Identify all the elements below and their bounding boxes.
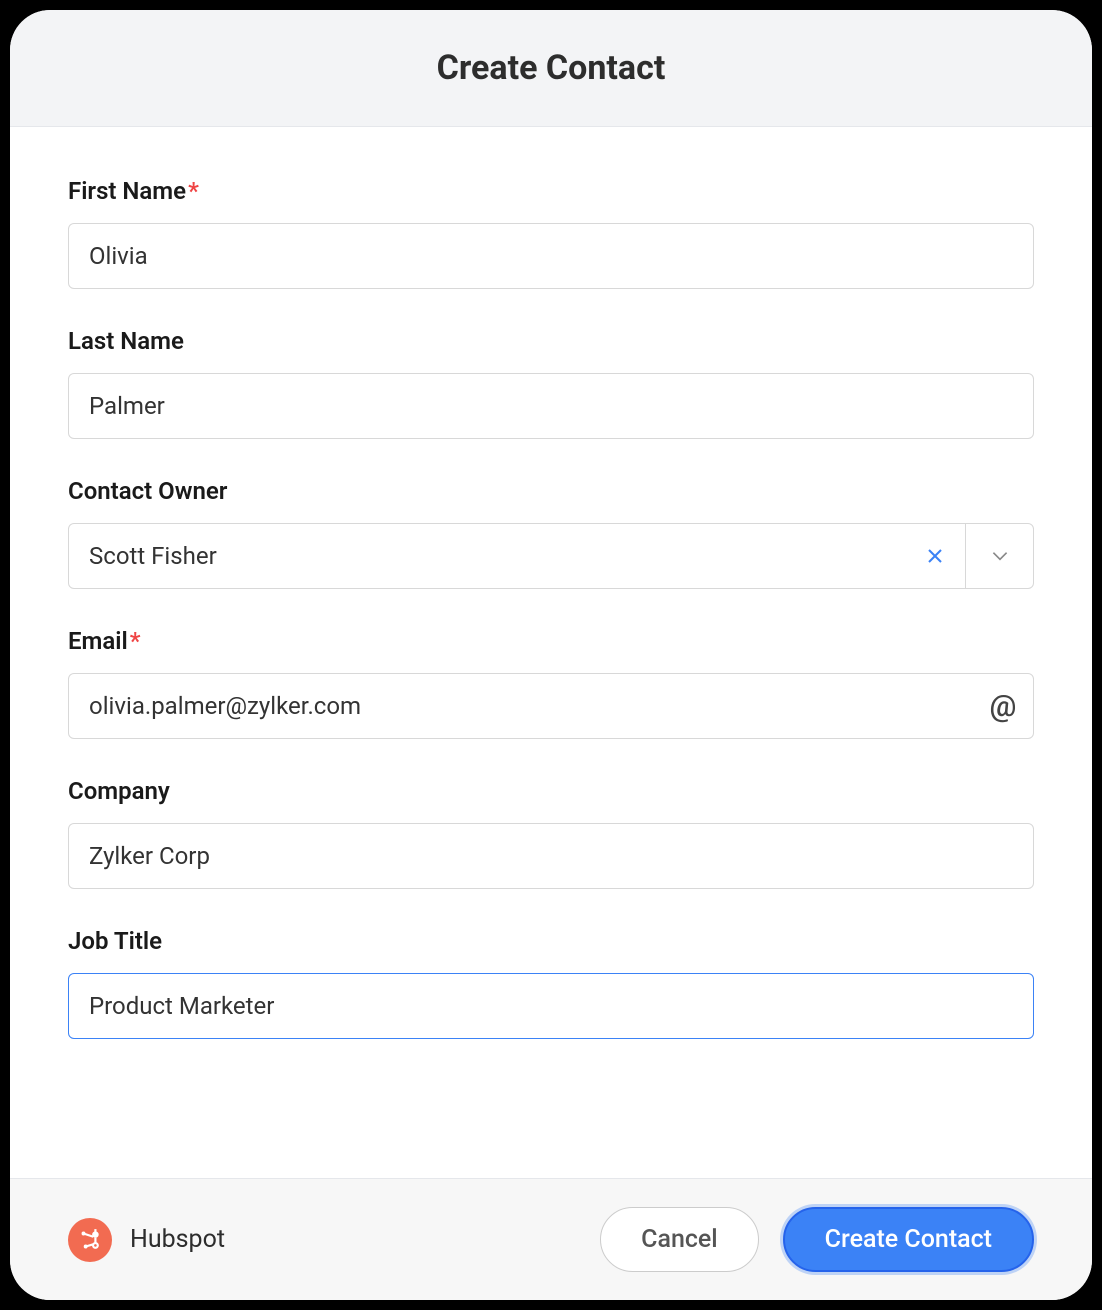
footer-actions: Cancel Create Contact bbox=[600, 1207, 1034, 1272]
create-contact-modal: Create Contact First Name* Last Name Con… bbox=[10, 10, 1092, 1300]
hubspot-logo-icon bbox=[68, 1218, 112, 1262]
email-group: Email* @ bbox=[68, 627, 1034, 739]
close-icon bbox=[925, 546, 945, 566]
last-name-label: Last Name bbox=[68, 327, 1034, 355]
job-title-input[interactable] bbox=[68, 973, 1034, 1039]
clear-selection-button[interactable] bbox=[905, 524, 965, 588]
first-name-group: First Name* bbox=[68, 177, 1034, 289]
email-input[interactable] bbox=[69, 674, 973, 738]
at-icon: @ bbox=[973, 689, 1033, 724]
form-body: First Name* Last Name Contact Owner Scot… bbox=[10, 127, 1092, 1178]
email-label: Email* bbox=[68, 627, 1034, 655]
cancel-button[interactable]: Cancel bbox=[600, 1207, 759, 1272]
company-group: Company bbox=[68, 777, 1034, 889]
contact-owner-value: Scott Fisher bbox=[69, 524, 905, 588]
email-input-wrapper: @ bbox=[68, 673, 1034, 739]
company-input[interactable] bbox=[68, 823, 1034, 889]
integration-indicator: Hubspot bbox=[68, 1218, 225, 1262]
required-indicator: * bbox=[130, 627, 141, 655]
dropdown-toggle[interactable] bbox=[965, 524, 1033, 588]
job-title-label: Job Title bbox=[68, 927, 1034, 955]
modal-header: Create Contact bbox=[10, 10, 1092, 127]
modal-footer: Hubspot Cancel Create Contact bbox=[10, 1178, 1092, 1300]
contact-owner-select[interactable]: Scott Fisher bbox=[68, 523, 1034, 589]
chevron-down-icon bbox=[989, 545, 1011, 567]
first-name-label: First Name* bbox=[68, 177, 1034, 205]
contact-owner-group: Contact Owner Scott Fisher bbox=[68, 477, 1034, 589]
company-label: Company bbox=[68, 777, 1034, 805]
create-contact-button[interactable]: Create Contact bbox=[783, 1207, 1034, 1272]
required-indicator: * bbox=[188, 177, 199, 205]
contact-owner-label: Contact Owner bbox=[68, 477, 1034, 505]
job-title-group: Job Title bbox=[68, 927, 1034, 1039]
first-name-input[interactable] bbox=[68, 223, 1034, 289]
modal-title: Create Contact bbox=[30, 48, 1072, 88]
integration-name: Hubspot bbox=[130, 1225, 225, 1254]
last-name-group: Last Name bbox=[68, 327, 1034, 439]
last-name-input[interactable] bbox=[68, 373, 1034, 439]
